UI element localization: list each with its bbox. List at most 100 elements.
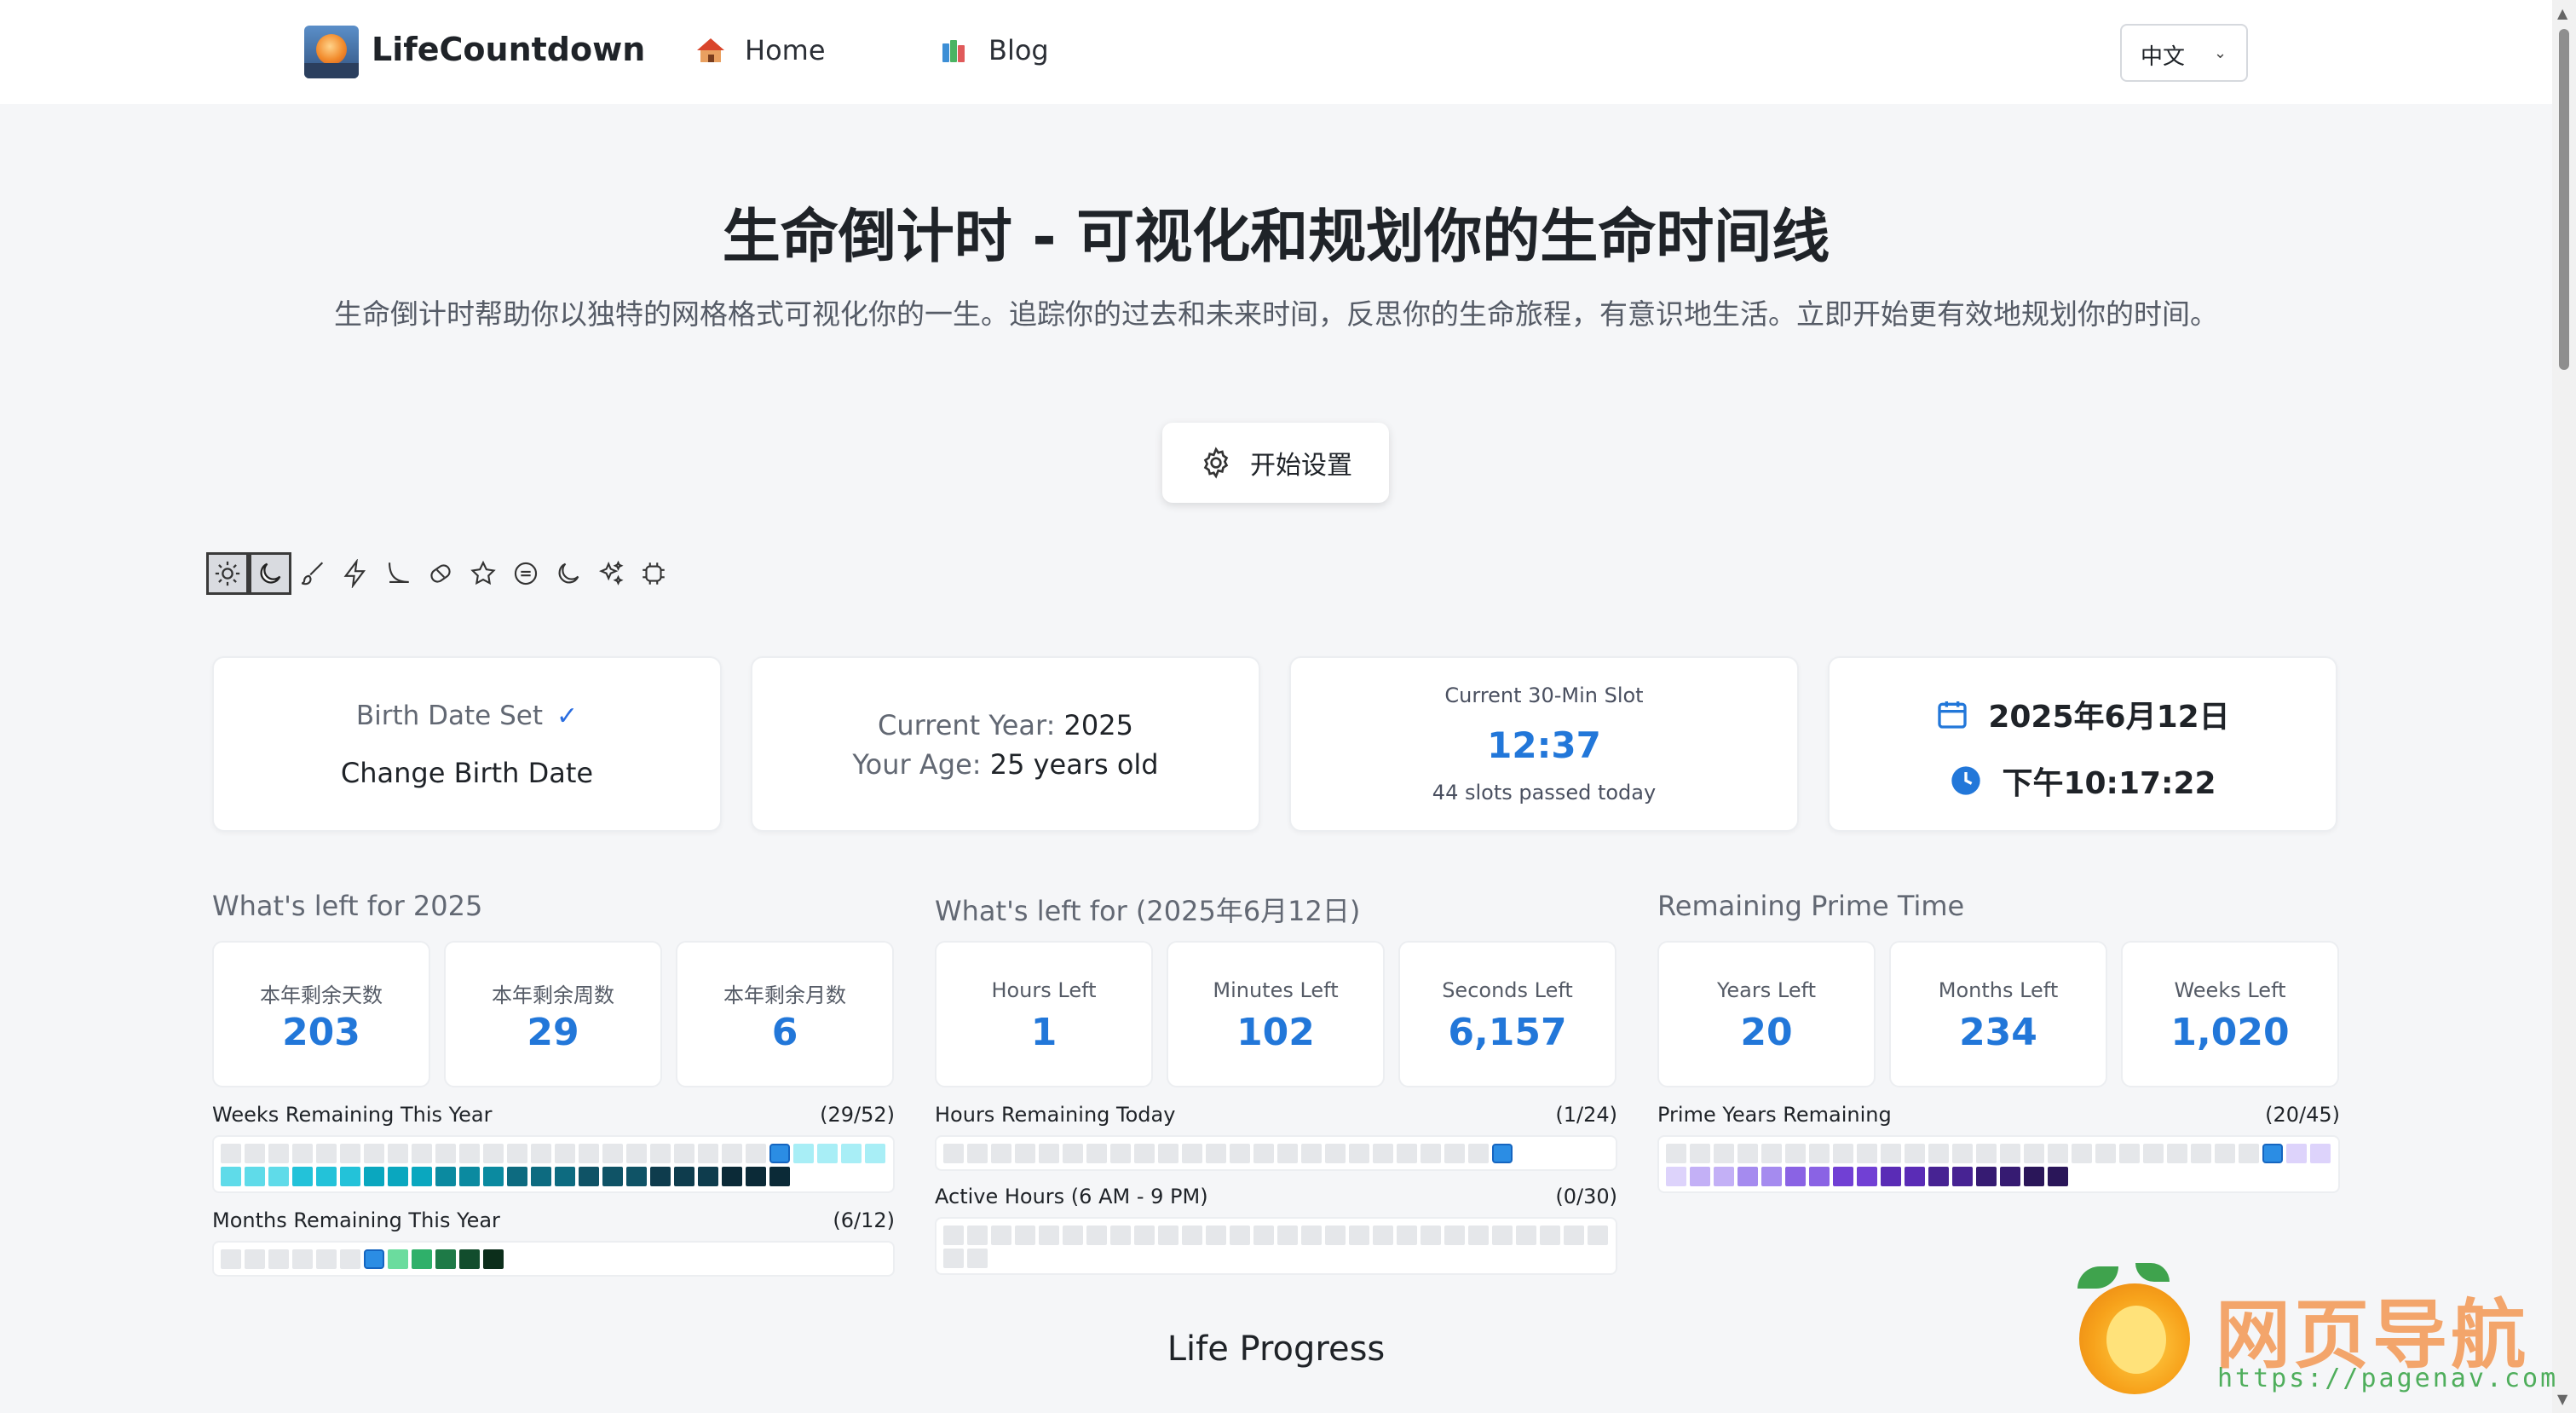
- grid-cell-passed: [1397, 1226, 1417, 1245]
- grid-cell-passed: [2191, 1144, 2211, 1163]
- stat-value: 203: [282, 1011, 360, 1054]
- theme-tech[interactable]: [632, 552, 675, 595]
- scroll-down-icon[interactable]: ▼: [2557, 1391, 2567, 1407]
- current-date: 2025年6月12日: [1988, 700, 2230, 735]
- chevron-down-icon: ⌄: [2214, 44, 2227, 62]
- books-icon: [939, 37, 970, 64]
- grid-cell-passed: [1349, 1226, 1369, 1245]
- stat-value: 1: [1030, 1011, 1057, 1054]
- grid-cell-passed: [1373, 1144, 1393, 1163]
- theme-dark[interactable]: [249, 552, 291, 595]
- grid-cell-remaining: [459, 1167, 480, 1186]
- eraser-icon: [430, 564, 451, 583]
- grid-cell-passed: [1110, 1226, 1131, 1245]
- grid-cell-passed: [1857, 1144, 1877, 1163]
- grid-cell-remaining: [1928, 1167, 1949, 1186]
- grid-cell-passed: [1253, 1144, 1274, 1163]
- grid-cell-current: [2262, 1144, 2283, 1163]
- theme-calm[interactable]: [504, 552, 547, 595]
- theme-minimal[interactable]: [377, 552, 419, 595]
- grid-cell-remaining: [364, 1167, 384, 1186]
- age-value: 25 years old: [989, 748, 1159, 781]
- grid-cell-remaining: [268, 1167, 289, 1186]
- stat-value: 20: [1740, 1011, 1793, 1054]
- grid-cell-passed: [1421, 1144, 1441, 1163]
- grid-cell-passed: [316, 1144, 337, 1163]
- grid-cell-passed: [2119, 1144, 2140, 1163]
- grid-cell-passed: [967, 1249, 988, 1268]
- grid-cell-passed: [2000, 1144, 2020, 1163]
- grid-cell-remaining: [1785, 1167, 1806, 1186]
- grid-cell-passed: [2095, 1144, 2116, 1163]
- grid-cell-passed: [1301, 1144, 1322, 1163]
- grid-cell-passed: [1015, 1144, 1035, 1163]
- theme-energy[interactable]: [334, 552, 377, 595]
- scroll-up-icon[interactable]: ▲: [2557, 5, 2567, 21]
- current-year-card: Current Year: 2025 Your Age: 25 years ol…: [751, 656, 1260, 832]
- grid-cell-passed: [1134, 1144, 1155, 1163]
- grid-cell-remaining: [1714, 1167, 1734, 1186]
- scrollbar-thumb[interactable]: [2559, 29, 2569, 370]
- grid-cell-passed: [2024, 1144, 2044, 1163]
- grid-cell-passed: [221, 1144, 241, 1163]
- nav-link-blog[interactable]: Blog: [939, 34, 1049, 66]
- theme-night[interactable]: [547, 552, 590, 595]
- active-hours-grid-count: (0/30): [1555, 1185, 1617, 1208]
- grid-cell-passed: [268, 1144, 289, 1163]
- grid-cell-passed: [1588, 1226, 1608, 1245]
- stat-value: 6: [771, 1011, 798, 1054]
- grid-cell-passed: [459, 1144, 480, 1163]
- theme-artistic[interactable]: [291, 552, 334, 595]
- grid-cell-passed: [388, 1144, 408, 1163]
- theme-star[interactable]: [462, 552, 504, 595]
- birth-date-status-text: Birth Date Set: [355, 701, 543, 731]
- grid-cell-passed: [650, 1144, 671, 1163]
- grid-cell-passed: [1905, 1144, 1925, 1163]
- language-select-value: 中文: [2141, 44, 2186, 70]
- months-grid-label: Months Remaining This Year: [212, 1208, 500, 1232]
- current-year-line: Current Year: 2025: [752, 709, 1259, 741]
- grid-cell-remaining: [650, 1167, 671, 1186]
- weeks-grid-label: Weeks Remaining This Year: [212, 1103, 493, 1127]
- slots-passed-text: 44 slots passed today: [1432, 781, 1657, 805]
- grid-cell-passed: [1809, 1144, 1830, 1163]
- page-subtitle: 生命倒计时帮助你以独特的网格格式可视化你的一生。追踪你的过去和未来时间，反思你的…: [334, 297, 2218, 331]
- time-slot-card: Current 30-Min Slot 12:37 44 slots passe…: [1289, 656, 1799, 832]
- language-select[interactable]: 中文 ⌄: [2120, 24, 2248, 82]
- page-scrollbar[interactable]: ▲ ▼: [2552, 0, 2576, 1413]
- grid-cell-remaining: [2024, 1167, 2044, 1186]
- year-section-title: What's left for 2025: [212, 890, 483, 922]
- grid-cell-remaining: [817, 1144, 838, 1163]
- sun-icon: [215, 561, 240, 586]
- start-setup-button[interactable]: 开始设置: [1162, 423, 1389, 503]
- brand-name[interactable]: LifeCountdown: [372, 31, 645, 68]
- stat-hours-left: Hours Left 1: [935, 941, 1153, 1087]
- theme-magic[interactable]: [590, 552, 632, 595]
- theme-light[interactable]: [206, 552, 249, 595]
- grid-cell-remaining: [435, 1167, 456, 1186]
- nav-link-home-label: Home: [745, 34, 826, 66]
- current-time: 下午10:17:22: [2002, 766, 2216, 801]
- grid-cell-passed: [531, 1144, 551, 1163]
- grid-cell-passed: [1564, 1226, 1584, 1245]
- grid-cell-passed: [1110, 1144, 1131, 1163]
- calendar-icon: [1938, 701, 1967, 729]
- grid-cell-remaining: [221, 1167, 241, 1186]
- grid-cell-remaining: [1761, 1167, 1782, 1186]
- check-icon: ✓: [556, 701, 579, 731]
- age-line: Your Age: 25 years old: [752, 748, 1259, 781]
- change-birth-date-button[interactable]: Change Birth Date: [214, 757, 720, 789]
- grid-cell-remaining: [388, 1167, 408, 1186]
- stat-label: 本年剩余天数: [260, 983, 383, 1007]
- stat-days-left: 本年剩余天数 203: [212, 941, 430, 1087]
- star-icon: [470, 560, 496, 585]
- theme-eraser[interactable]: [419, 552, 462, 595]
- grid-cell-passed: [1206, 1226, 1226, 1245]
- grid-cell-passed: [1182, 1144, 1202, 1163]
- grid-cell-remaining: [2048, 1167, 2068, 1186]
- grid-cell-remaining: [793, 1144, 814, 1163]
- grid-cell-remaining: [865, 1144, 885, 1163]
- grid-cell-passed: [435, 1144, 456, 1163]
- nav-link-home[interactable]: Home: [695, 34, 826, 66]
- brand-logo[interactable]: [304, 26, 359, 78]
